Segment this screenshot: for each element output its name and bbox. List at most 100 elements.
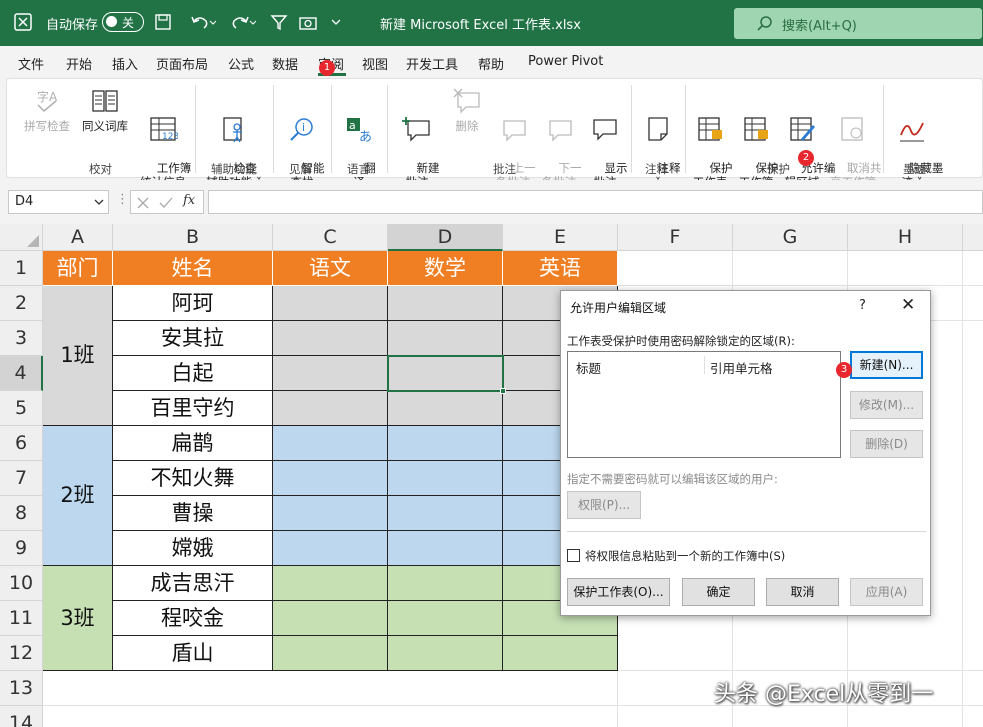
delete-comment-button[interactable]: 删除 xyxy=(443,87,491,133)
score-cell[interactable] xyxy=(388,636,503,671)
name-cell[interactable]: 安其拉 xyxy=(113,321,273,356)
column-header-e[interactable]: E xyxy=(503,224,618,251)
header-cell-math[interactable]: 数学 xyxy=(388,251,503,286)
class-cell-3[interactable]: 3班 xyxy=(43,566,113,671)
ranges-listbox[interactable]: 标题 引用单元格 xyxy=(567,351,841,458)
tab-power-pivot[interactable]: Power Pivot xyxy=(528,54,603,69)
redo-icon[interactable] xyxy=(230,13,256,31)
selected-cell-d4[interactable] xyxy=(387,355,504,392)
header-cell-department[interactable]: 部门 xyxy=(43,251,113,286)
row-header-13[interactable]: 13 xyxy=(0,671,43,706)
permissions-button[interactable]: 权限(P)... xyxy=(567,491,641,519)
name-cell[interactable]: 扁鹊 xyxy=(113,426,273,461)
spell-check-button[interactable]: 字A 拼写检查 xyxy=(19,87,75,133)
row-header-2[interactable]: 2 xyxy=(0,286,43,321)
customize-qat-icon[interactable] xyxy=(330,16,342,28)
header-cell-name[interactable]: 姓名 xyxy=(113,251,273,286)
name-cell[interactable]: 不知火舞 xyxy=(113,461,273,496)
select-all-corner[interactable] xyxy=(0,224,43,251)
name-box[interactable]: D4 xyxy=(8,190,109,214)
row-header-8[interactable]: 8 xyxy=(0,496,43,531)
score-cell[interactable] xyxy=(388,531,503,566)
column-header-d[interactable]: D xyxy=(388,224,503,251)
save-icon[interactable] xyxy=(154,13,172,31)
delete-range-button[interactable]: 删除(D) xyxy=(850,430,923,458)
score-cell[interactable] xyxy=(388,391,503,426)
column-header-g[interactable]: G xyxy=(733,224,848,251)
class-cell-2[interactable]: 2班 xyxy=(43,426,113,566)
score-cell[interactable] xyxy=(273,531,388,566)
row-header-7[interactable]: 7 xyxy=(0,461,43,496)
cancel-icon[interactable] xyxy=(137,197,149,209)
row-header-6[interactable]: 6 xyxy=(0,426,43,461)
score-cell[interactable] xyxy=(503,636,618,671)
row-header-3[interactable]: 3 xyxy=(0,321,43,356)
header-cell-english[interactable]: 英语 xyxy=(503,251,618,286)
row-header-5[interactable]: 5 xyxy=(0,391,43,426)
score-cell[interactable] xyxy=(388,321,503,356)
tab-file[interactable]: 文件 xyxy=(18,54,44,73)
name-cell[interactable]: 盾山 xyxy=(113,636,273,671)
score-cell[interactable] xyxy=(273,636,388,671)
column-header-i[interactable] xyxy=(963,224,983,251)
apply-button[interactable]: 应用(A) xyxy=(850,578,923,606)
name-cell[interactable]: 嫦娥 xyxy=(113,531,273,566)
camera-icon[interactable] xyxy=(298,13,318,31)
row-header-9[interactable]: 9 xyxy=(0,531,43,566)
thesaurus-button[interactable]: 同义词库 xyxy=(77,87,133,133)
score-cell[interactable] xyxy=(273,426,388,461)
tab-formulas[interactable]: 公式 xyxy=(228,54,254,73)
ok-button[interactable]: 确定 xyxy=(682,578,755,606)
score-cell[interactable] xyxy=(273,601,388,636)
score-cell[interactable] xyxy=(273,321,388,356)
column-header-h[interactable]: H xyxy=(848,224,963,251)
score-cell[interactable] xyxy=(273,496,388,531)
formula-input[interactable] xyxy=(208,190,983,214)
score-cell[interactable] xyxy=(388,426,503,461)
row-header-12[interactable]: 12 xyxy=(0,636,43,671)
row-header-4[interactable]: 4 xyxy=(0,356,43,391)
modify-range-button[interactable]: 修改(M)... xyxy=(850,391,923,419)
score-cell[interactable] xyxy=(388,286,503,321)
tab-help[interactable]: 帮助 xyxy=(478,54,504,73)
column-header-f[interactable]: F xyxy=(618,224,733,251)
filter-icon[interactable] xyxy=(270,13,288,31)
score-cell[interactable] xyxy=(388,566,503,601)
class-cell-1[interactable]: 1班 xyxy=(43,286,113,426)
enter-icon[interactable] xyxy=(159,197,173,209)
tab-data[interactable]: 数据 xyxy=(272,54,298,73)
insert-function-icon[interactable]: fx xyxy=(183,193,195,208)
column-header-a[interactable]: A xyxy=(43,224,113,251)
protect-sheet-dialog-button[interactable]: 保护工作表(O)... xyxy=(567,578,670,606)
column-header-c[interactable]: C xyxy=(273,224,388,251)
score-cell[interactable] xyxy=(273,286,388,321)
name-cell[interactable]: 曹操 xyxy=(113,496,273,531)
name-cell[interactable]: 白起 xyxy=(113,356,273,391)
row-header-14[interactable]: 14 xyxy=(0,706,43,727)
score-cell[interactable] xyxy=(273,391,388,426)
score-cell[interactable] xyxy=(388,496,503,531)
new-range-button[interactable]: 新建(N)... xyxy=(850,351,923,379)
tab-page-layout[interactable]: 页面布局 xyxy=(156,54,208,73)
row-header-11[interactable]: 11 xyxy=(0,601,43,636)
score-cell[interactable] xyxy=(273,461,388,496)
row-header-10[interactable]: 10 xyxy=(0,566,43,601)
name-cell[interactable]: 成吉思汗 xyxy=(113,566,273,601)
tab-home[interactable]: 开始 xyxy=(66,54,92,73)
close-icon[interactable]: ✕ xyxy=(901,295,915,315)
tab-developer[interactable]: 开发工具 xyxy=(406,54,458,73)
row-header-1[interactable]: 1 xyxy=(0,251,43,286)
score-cell[interactable] xyxy=(388,461,503,496)
score-cell[interactable] xyxy=(273,356,388,391)
name-cell[interactable]: 阿珂 xyxy=(113,286,273,321)
tab-view[interactable]: 视图 xyxy=(362,54,388,73)
score-cell[interactable] xyxy=(273,566,388,601)
undo-icon[interactable] xyxy=(190,13,216,31)
help-button[interactable]: ? xyxy=(859,298,866,313)
header-cell-chinese[interactable]: 语文 xyxy=(273,251,388,286)
name-cell[interactable]: 程咬金 xyxy=(113,601,273,636)
column-header-b[interactable]: B xyxy=(113,224,273,251)
name-cell[interactable]: 百里守约 xyxy=(113,391,273,426)
cancel-button[interactable]: 取消 xyxy=(766,578,839,606)
fill-handle[interactable] xyxy=(500,388,506,394)
